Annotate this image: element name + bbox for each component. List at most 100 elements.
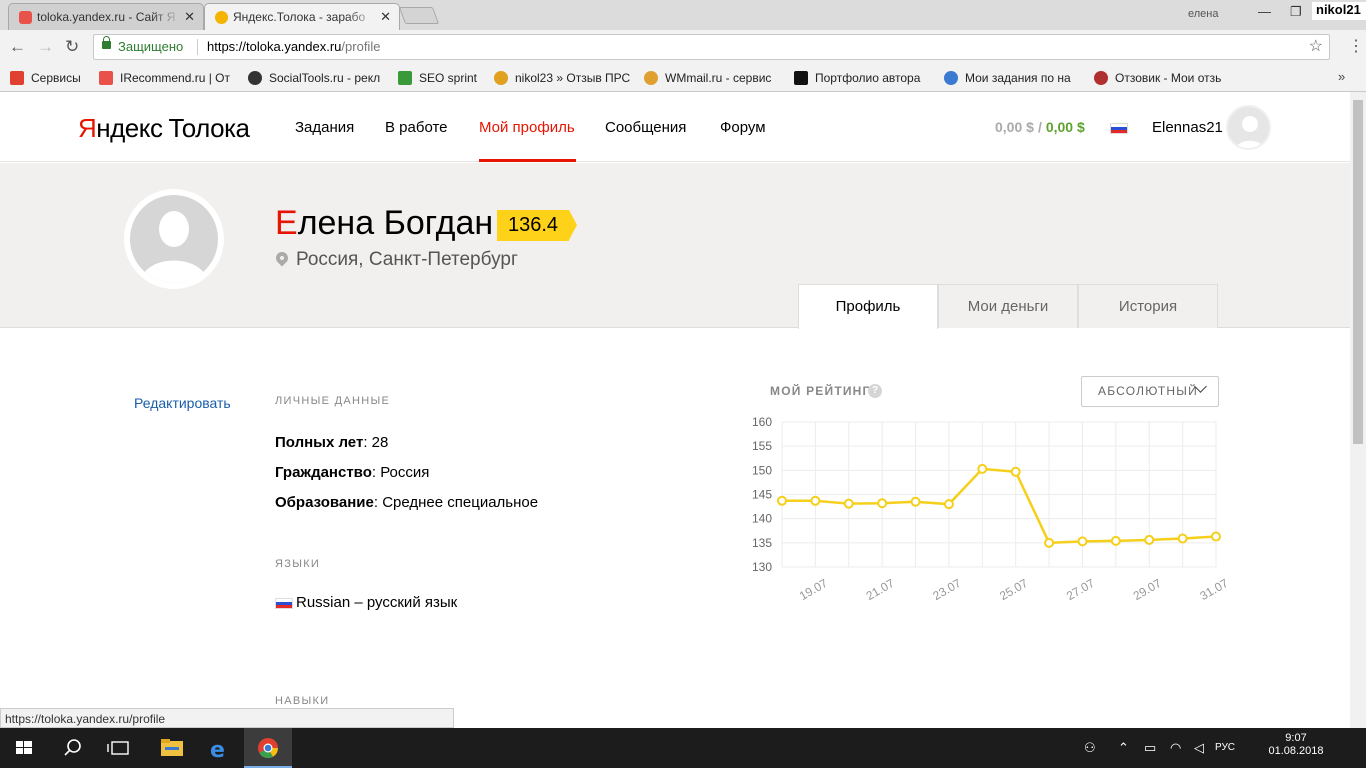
chevron-up-icon[interactable]: ⌃ [1118, 740, 1129, 756]
bookmark-star-icon[interactable]: ☆ [1309, 36, 1323, 56]
svg-text:e: e [210, 738, 225, 763]
nav-tasks[interactable]: Задания [295, 119, 354, 136]
help-icon[interactable]: ? [868, 384, 882, 398]
bookmark-portfolio[interactable]: Портфолио автора [794, 71, 926, 85]
restore-icon[interactable]: ❐ [1290, 4, 1302, 20]
citizenship-field: Гражданство: Россия [275, 464, 430, 481]
nav-in-progress[interactable]: В работе [385, 119, 448, 136]
x-tick-label: 21.07 [864, 576, 897, 603]
bookmark-nikol23[interactable]: nikol23 » Отзыв ПРС [494, 71, 632, 85]
tab-my-money[interactable]: Мои деньги [938, 284, 1078, 328]
task-view-icon[interactable] [96, 728, 144, 768]
secure-label: Защищено [118, 39, 184, 54]
browser-profile-name[interactable]: елена [1188, 8, 1218, 20]
x-tick-label: 23.07 [930, 576, 963, 603]
profile-location: Россия, Санкт-Петербург [296, 249, 518, 270]
people-icon[interactable]: ⚇ [1084, 740, 1096, 756]
bookmark-wmmail[interactable]: WMmail.ru - сервис [644, 71, 780, 85]
new-tab-button[interactable] [398, 7, 440, 24]
bookmark-services[interactable]: Сервисы [10, 71, 90, 85]
rating-data-point [1211, 531, 1221, 542]
lock-icon [102, 36, 111, 49]
tab-profile[interactable]: Профиль [798, 284, 938, 329]
search-icon[interactable] [48, 728, 96, 768]
spiral-icon [944, 71, 958, 85]
russia-flag-icon [275, 598, 293, 609]
volume-icon[interactable]: ◁ [1194, 740, 1204, 756]
chrome-icon[interactable] [244, 728, 292, 768]
active-nav-underline [479, 159, 576, 162]
nav-forum[interactable]: Форум [720, 119, 766, 136]
reload-icon[interactable]: ↻ [65, 37, 79, 57]
bookmark-socialtools[interactable]: SocialTools.ru - рекл [248, 71, 386, 85]
browser-tab-irecommend[interactable]: toloka.yandex.ru - Сайт Я ✕ [8, 3, 204, 30]
link-status-bubble: https://toloka.yandex.ru/profile [0, 708, 454, 728]
rating-badge: 136.4 [497, 210, 578, 241]
scrollbar-thumb[interactable] [1353, 100, 1363, 444]
y-tick-label: 135 [752, 536, 772, 550]
skills-heading: НАВЫКИ [275, 695, 330, 707]
close-tab-icon[interactable]: ✕ [380, 9, 391, 25]
bookmark-otzovik[interactable]: Отзовик - Мои отзь [1094, 71, 1232, 85]
back-arrow-icon[interactable]: ← [9, 37, 26, 57]
page-scrollbar[interactable] [1350, 92, 1366, 728]
file-explorer-icon[interactable] [148, 728, 196, 768]
yandex-toloka-logo[interactable]: Яндекс Толока [78, 113, 250, 144]
languages-heading: ЯЗЫКИ [275, 558, 321, 570]
rating-data-point [843, 498, 854, 509]
wmmail-icon [644, 71, 658, 85]
header-username[interactable]: Elennas21 [1152, 119, 1223, 136]
input-language[interactable]: РУС [1215, 742, 1235, 753]
otzovik-icon [1094, 71, 1108, 85]
minimize-icon[interactable]: — [1258, 4, 1271, 19]
rating-data-point [1077, 536, 1088, 547]
bookmark-irecommend[interactable]: IRecommend.ru | От [99, 71, 235, 85]
socialtools-icon [248, 71, 262, 85]
battery-icon[interactable]: ▭ [1144, 740, 1156, 756]
x-tick-label: 31.07 [1197, 576, 1230, 603]
tab-history[interactable]: История [1078, 284, 1218, 328]
forward-arrow-icon[interactable]: → [37, 37, 54, 57]
wifi-icon[interactable]: ◠ [1170, 740, 1181, 756]
seosprint-icon [398, 71, 412, 85]
russia-flag-icon[interactable] [1110, 123, 1128, 134]
nav-messages[interactable]: Сообщения [605, 119, 686, 136]
age-field: Полных лет: 28 [275, 434, 389, 451]
rating-data-point [1177, 533, 1188, 544]
close-tab-icon[interactable]: ✕ [184, 9, 195, 25]
url-text: https://toloka.yandex.ru/profile [207, 39, 381, 54]
apps-grid-icon [10, 71, 24, 85]
profile-band: Елена Богдан 136.4 Россия, Санкт-Петербу… [0, 163, 1350, 329]
y-tick-label: 145 [752, 488, 772, 502]
user-silhouette-icon [130, 195, 218, 283]
rating-data-point [877, 498, 888, 509]
balance[interactable]: 0,00 $/0,00 $ [995, 119, 1085, 135]
edge-browser-icon[interactable]: e [196, 728, 244, 768]
letter-a-icon [794, 71, 808, 85]
bookmark-my-tasks[interactable]: Мои задания по на [944, 71, 1080, 85]
y-tick-label: 130 [752, 560, 772, 574]
x-tick-label: 25.07 [997, 576, 1030, 603]
x-tick-label: 29.07 [1131, 576, 1164, 603]
address-bar[interactable]: Защищено https://toloka.yandex.ru/profil… [93, 34, 1330, 60]
profile-avatar[interactable] [124, 189, 224, 289]
browser-tab-toloka[interactable]: Яндекс.Толока - зарабо ✕ [204, 3, 400, 30]
rating-data-point [1144, 534, 1155, 545]
rating-data-point [1110, 535, 1121, 546]
bookmark-seosprint[interactable]: SEO sprint [398, 71, 486, 85]
browser-menu-icon[interactable]: ⋮ [1348, 36, 1364, 56]
edit-profile-link[interactable]: Редактировать [134, 395, 231, 411]
rating-data-point [943, 499, 954, 510]
bookmarks-bar: Сервисы IRecommend.ru | От SocialTools.r… [0, 65, 1366, 92]
rating-chart-title: МОЙ РЕЙТИНГ [770, 384, 871, 398]
y-tick-label: 155 [752, 439, 772, 453]
windows-start-icon[interactable] [0, 728, 48, 768]
more-bookmarks-icon[interactable]: » [1338, 69, 1345, 84]
header-avatar[interactable] [1226, 105, 1271, 150]
clock[interactable]: 9:07 01.08.2018 [1266, 732, 1326, 758]
windows-taskbar: e ⚇ ⌃ ▭ ◠ ◁ РУС 9:07 01.08.2018 [0, 728, 1366, 768]
language-item: Russian – русский язык [296, 594, 458, 611]
x-tick-label: 19.07 [797, 576, 830, 603]
nav-my-profile[interactable]: Мой профиль [479, 119, 575, 136]
starburst-icon [494, 71, 508, 85]
